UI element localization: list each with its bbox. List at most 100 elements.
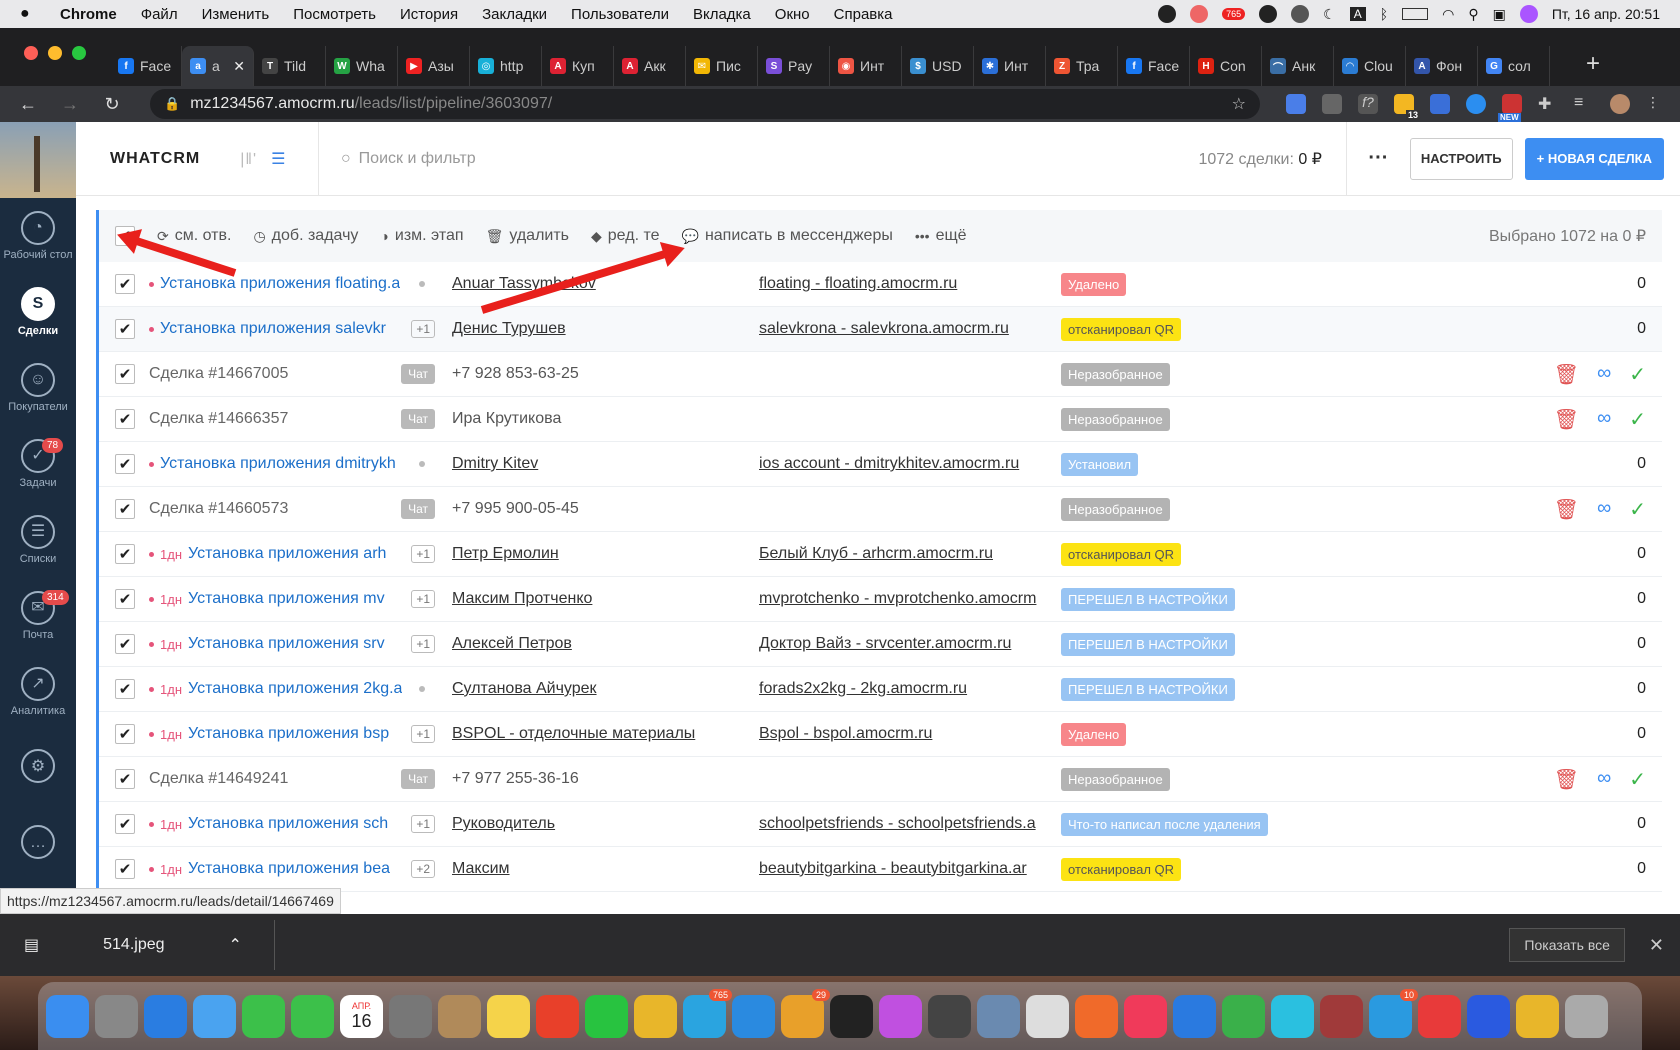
formula-extension-icon[interactable]: f? [1358, 94, 1378, 114]
fullscreen-window-icon[interactable] [72, 46, 86, 60]
browser-tab[interactable]: S Pay [758, 46, 830, 86]
bulk-action-1[interactable]: ◷ доб. задачу [253, 227, 358, 245]
company-link[interactable]: beautybitgarkina - beautybitgarkina.ar [759, 860, 1039, 878]
company-link[interactable]: Доктор Вайз - srvcenter.amocrm.ru [759, 635, 1039, 653]
extension-icon[interactable] [1322, 94, 1342, 114]
company-link[interactable]: schoolpetsfriends - schoolpetsfriends.a [759, 815, 1039, 833]
calculator-icon[interactable] [928, 994, 971, 1038]
link-icon[interactable]: ∞ [1597, 362, 1611, 387]
control-center-icon[interactable]: ▣ [1493, 6, 1506, 23]
anydesk2-icon[interactable] [1418, 994, 1461, 1038]
browser-tab[interactable]: Z Тра [1046, 46, 1118, 86]
row-checkbox[interactable]: ✔ [115, 814, 135, 834]
siri-icon[interactable] [1519, 5, 1538, 23]
extra-contacts-badge[interactable]: +1 [411, 320, 435, 338]
table-row[interactable]: ✔ Установка приложения floating.a Anuar Ta… [99, 262, 1662, 307]
table-row[interactable]: ✔ 1дн Установка приложения sch +1 Руководите… [99, 802, 1662, 847]
sidebar-item[interactable]: S Сделки [0, 274, 76, 350]
lead-name[interactable]: Установка приложения sch [188, 815, 388, 833]
browser-tab[interactable]: A Куп [542, 46, 614, 86]
menu-item[interactable]: Файл [141, 6, 178, 23]
telegram-icon[interactable]: 765 [683, 988, 732, 1038]
row-checkbox[interactable]: ✔ [115, 859, 135, 879]
messages-icon[interactable] [291, 994, 334, 1038]
trash-icon[interactable]: 🗑 [1554, 407, 1579, 432]
lead-name[interactable]: Установка приложения 2kg.a [188, 680, 402, 698]
contact-link[interactable]: Максим [452, 860, 722, 878]
whatsapp-icon[interactable] [585, 994, 628, 1038]
browser-tab[interactable]: T Tild [254, 46, 326, 86]
address-bar[interactable]: 🔒 mz1234567.amocrm.ru /leads/list/pipeli… [150, 89, 1260, 119]
minimize-window-icon[interactable] [48, 46, 62, 60]
status-icon[interactable] [1190, 5, 1209, 23]
extra-contacts-badge[interactable]: +1 [411, 590, 435, 608]
browser-tab[interactable]: f Face [110, 46, 182, 86]
contact-link[interactable]: +7 977 255-36-16 [452, 770, 722, 788]
row-checkbox[interactable]: ✔ [115, 769, 135, 789]
terminal-icon[interactable] [830, 994, 873, 1038]
bitrix-icon[interactable]: 29 [781, 988, 830, 1038]
row-checkbox[interactable]: ✔ [115, 409, 135, 429]
chrome-menu-icon[interactable]: ⋮ [1646, 94, 1666, 114]
browser-tab[interactable]: Gсол [1478, 46, 1550, 86]
safari-icon[interactable] [144, 994, 187, 1038]
table-row[interactable]: ✔ Сделка #14660573 Чат +7 995 900-05-45 Нера… [99, 487, 1662, 532]
table-row[interactable]: ✔ 1дн Установка приложения arh +1 Петр Ермол… [99, 532, 1662, 577]
extra-contacts-badge[interactable]: +1 [411, 545, 435, 563]
reeder-icon[interactable] [1467, 994, 1510, 1038]
mail-app-icon[interactable] [193, 994, 236, 1038]
company-link[interactable]: mvprotchenko - mvprotchenko.amocrm [759, 590, 1039, 608]
preview-icon[interactable] [977, 994, 1020, 1038]
menu-item[interactable]: История [400, 6, 458, 23]
accept-icon[interactable]: ✓ [1629, 767, 1646, 792]
row-checkbox[interactable]: ✔ [115, 544, 135, 564]
browser-tab[interactable]: H Con [1190, 46, 1262, 86]
menu-item[interactable]: Пользователи [571, 6, 669, 23]
contact-link[interactable]: Петр Ермолин [452, 545, 722, 563]
account-avatar[interactable] [0, 122, 76, 198]
row-checkbox[interactable]: ✔ [115, 274, 135, 294]
bulk-action-4[interactable]: ◆ ред. те [591, 227, 660, 245]
table-row[interactable]: ✔ Сделка #14666357 Чат Ира Крутикова Неразоб… [99, 397, 1662, 442]
bulk-action-5[interactable]: 💬 написать в мессенджеры [682, 227, 893, 245]
company-link[interactable]: Bspol - bspol.amocrm.ru [759, 725, 1039, 743]
table-row[interactable]: ✔ Установка приложения dmitrykh Dmitry Kit… [99, 442, 1662, 487]
browser-tab[interactable]: f Face [1118, 46, 1190, 86]
browser-tab[interactable]: ⌒ Анк [1262, 46, 1334, 86]
browser-tab[interactable]: ✉ Пис [686, 46, 758, 86]
notes-icon[interactable] [487, 994, 530, 1038]
anydesk-icon[interactable] [536, 994, 579, 1038]
browser-tab[interactable]: W Wha [326, 46, 398, 86]
browser-tab[interactable]: ✱ Инт [974, 46, 1046, 86]
lead-name[interactable]: Сделка #14649241 [149, 770, 288, 788]
maps-icon[interactable] [1173, 994, 1216, 1038]
contact-link[interactable]: Руководитель [452, 815, 722, 833]
status-icon[interactable] [1259, 5, 1278, 23]
sidebar-item[interactable]: … [0, 806, 76, 882]
chrome2-icon[interactable] [1516, 994, 1559, 1038]
table-row[interactable]: ✔ 1дн Установка приложения bsp +1 BSPOL - от… [99, 712, 1662, 757]
lead-name[interactable]: Установка приложения mv [188, 590, 385, 608]
trash-icon[interactable]: 🗑 [1554, 497, 1579, 522]
forward-icon[interactable]: → [56, 94, 84, 115]
lead-name[interactable]: Сделка #14667005 [149, 365, 288, 383]
pipeline-view-icon[interactable]: |‖' [240, 151, 257, 168]
sidebar-item[interactable]: ⚙ [0, 730, 76, 806]
translate-extension-icon[interactable] [1286, 94, 1306, 114]
notes-extension-icon[interactable]: 13 [1394, 94, 1420, 120]
bulk-action-3[interactable]: 🗑 удалить [486, 227, 569, 245]
apple-icon[interactable]: ● [20, 5, 40, 23]
menu-item[interactable]: Изменить [202, 6, 270, 23]
lead-name[interactable]: Установка приложения dmitrykh [160, 455, 396, 473]
trash-icon[interactable]: 🗑 [1554, 362, 1579, 387]
lead-name[interactable]: Установка приложения bea [188, 860, 390, 878]
bulk-action-6[interactable]: ••• ещё [915, 227, 967, 245]
sidebar-item[interactable]: ☰ Списки [0, 502, 76, 578]
browser-tab[interactable]: A Фон [1406, 46, 1478, 86]
lead-name[interactable]: Установка приложения salevkr [160, 320, 386, 338]
download-item[interactable]: ▤ 514.jpeg ⌃ [24, 935, 274, 955]
music-icon[interactable] [1124, 994, 1167, 1038]
sidebar-item[interactable]: ↗ Аналитика [0, 654, 76, 730]
lead-name[interactable]: Сделка #14660573 [149, 500, 288, 518]
browser-tab[interactable]: A Акк [614, 46, 686, 86]
